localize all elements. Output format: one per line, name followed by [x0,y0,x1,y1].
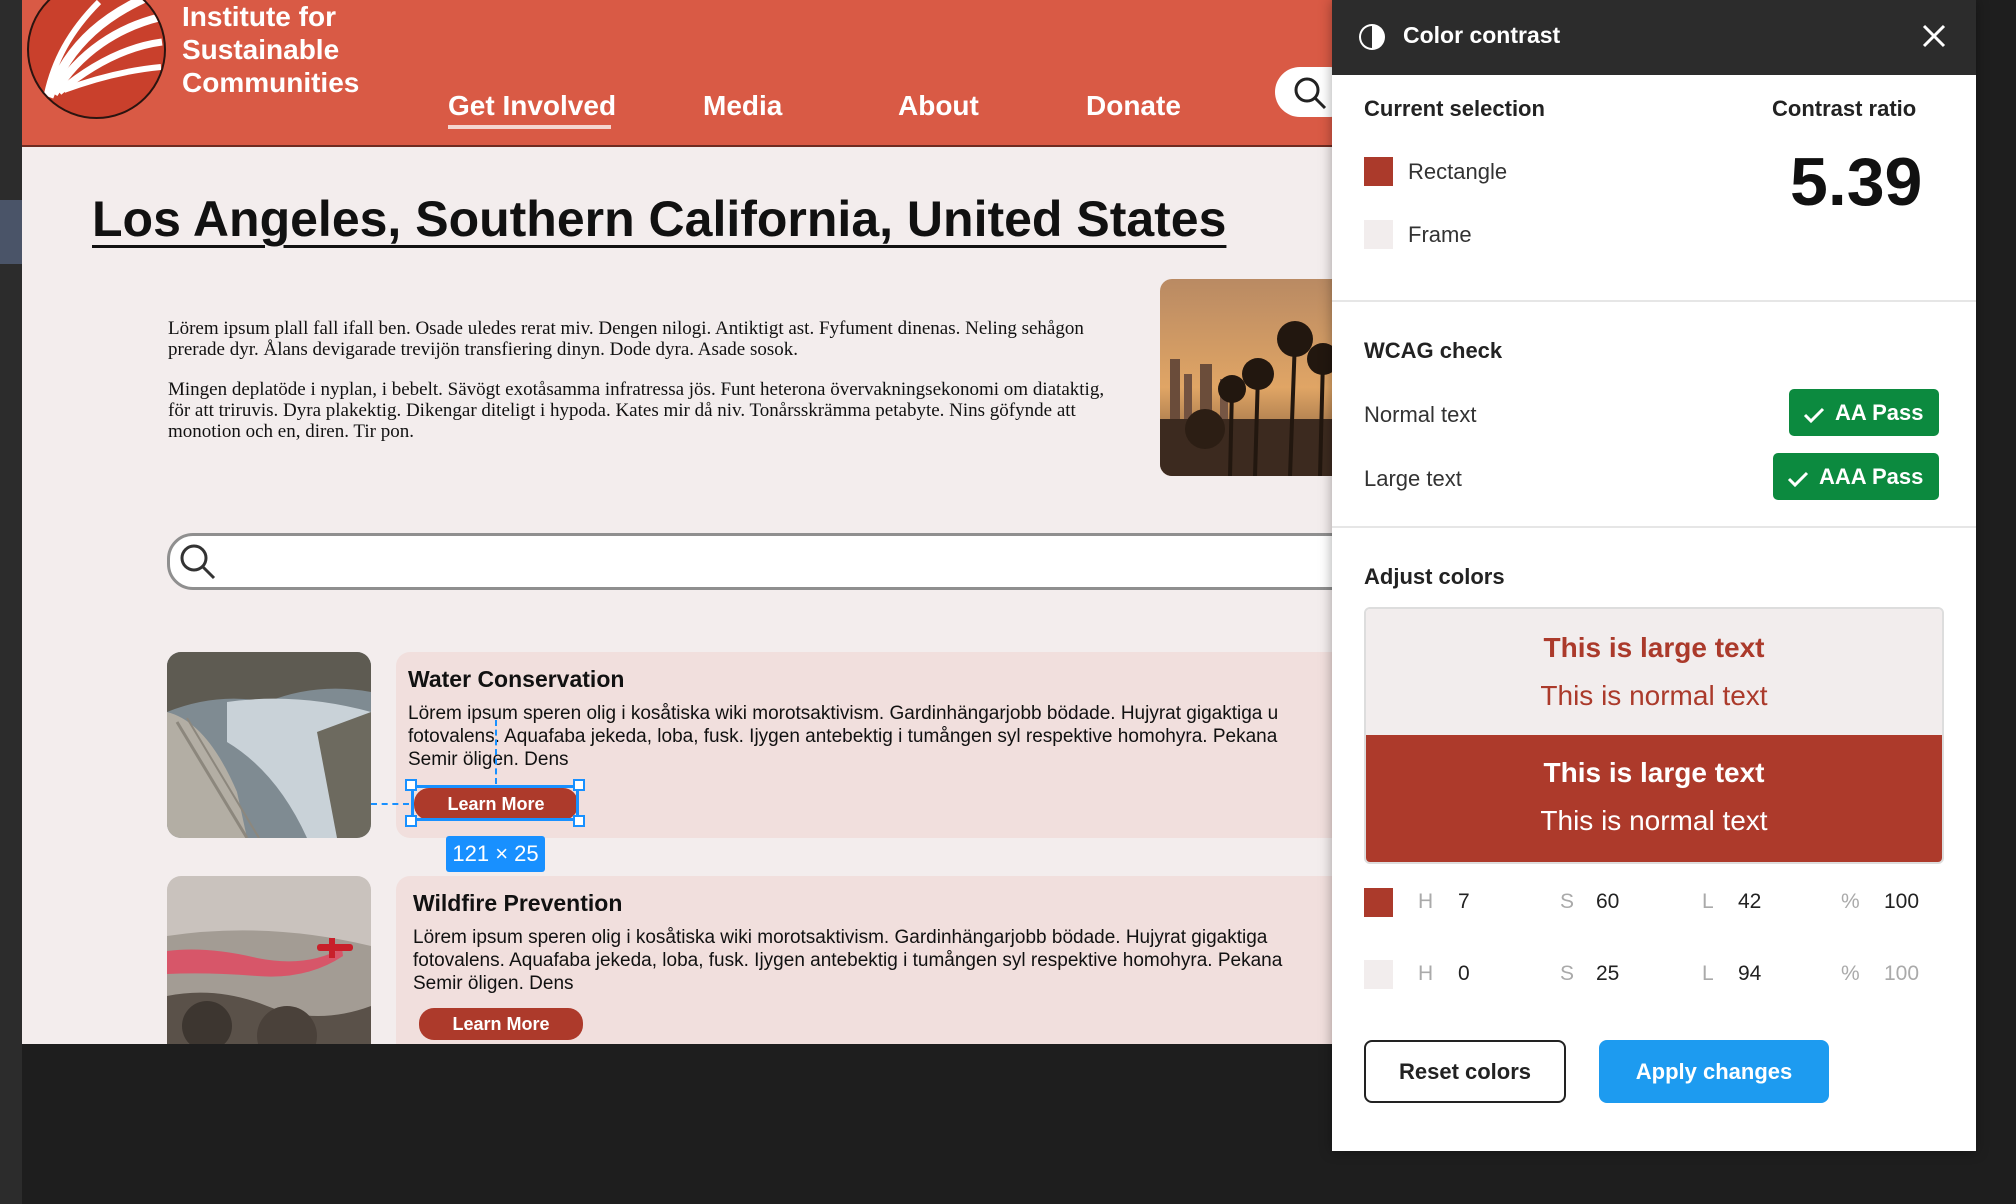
card-description-line: Semir öligen. Dens [413,973,574,994]
brand-name[interactable]: Institute for Sustainable Communities [182,0,422,99]
design-frame[interactable]: Institute for Sustainable Communities Ge… [22,0,1334,1044]
fg-saturation-input[interactable]: 60 [1596,890,1619,914]
hue-label: H [1418,962,1434,985]
nav-get-involved[interactable]: Get Involved [448,90,616,122]
fg-opacity-input[interactable]: 100 [1884,890,1919,914]
preview-normal-text: This is normal text [1540,805,1768,836]
saturation-label: S [1560,962,1575,985]
page-title: Los Angeles, Southern California, United… [92,191,1227,247]
header-search-input[interactable] [1275,67,1334,117]
wildfire-plane-photo [167,876,371,1044]
check-icon [1803,407,1825,424]
foreground-layer-name: Rectangle [1408,159,1508,184]
fg-hue-input[interactable]: 7 [1458,890,1470,914]
apply-changes-button[interactable]: Apply changes [1599,1040,1829,1103]
selection-outline [411,785,579,821]
card-title: Water Conservation [408,666,625,692]
search-icon [1294,77,1327,110]
measure-guide-horizontal [371,803,409,805]
nav-donate[interactable]: Donate [1086,90,1181,122]
fg-lightness-input[interactable]: 42 [1738,890,1761,914]
resize-handle-bottom-left[interactable] [405,815,417,827]
wcag-check-heading: WCAG check [1364,338,1503,363]
city-skyline-photo [1160,279,1334,476]
divider [1332,526,1976,528]
lightness-label: L [1702,962,1714,985]
bg-lightness-input[interactable]: 94 [1738,962,1761,986]
opacity-label: % [1841,890,1860,913]
resize-handle-bottom-right[interactable] [573,815,585,827]
bg-opacity-input: 100 [1884,962,1920,985]
card-title: Wildfire Prevention [413,890,623,916]
site-header: Institute for Sustainable Communities Ge… [22,0,1334,147]
saturation-label: S [1560,890,1575,913]
divider [1332,300,1976,302]
lightness-label: L [1702,890,1714,913]
intro-paragraph-2: Mingen deplatöde i nyplan, i bebelt. Säv… [168,379,1105,442]
card-description-line: Semir öligen. Dens [408,749,569,770]
resize-handle-top-right[interactable] [573,779,585,791]
color-contrast-panel: Color contrast Current selection Contras… [1332,0,1976,1151]
nav-about[interactable]: About [898,90,979,122]
card-description-line: fotovalens. Aquafaba jekeda, loba, fusk.… [408,726,1278,747]
preview-large-text: This is large text [1543,757,1765,788]
measure-guide-vertical [495,720,497,784]
check-icon [1787,471,1809,488]
aa-pass-text: AA Pass [1835,400,1924,425]
aa-pass-badge: AA Pass [1789,389,1940,436]
close-button[interactable] [1917,19,1951,53]
logo-feather-icon [44,0,163,99]
opacity-label: % [1841,962,1860,985]
preview-dark: This is large text This is normal text [1366,735,1942,862]
background-layer-name: Frame [1408,222,1472,247]
nav-active-underline [448,125,611,129]
contrast-ratio-heading: Contrast ratio [1772,96,1917,121]
learn-more-button[interactable]: Learn More [419,1008,583,1040]
panel-header: Color contrast [1332,0,1976,75]
foreground-color-swatch[interactable] [1364,888,1393,917]
search-icon [180,544,216,580]
main-search-input[interactable] [167,533,1334,590]
card-description-line: Lörem ipsum speren olig i kosåtiska wiki… [408,703,1279,724]
contrast-icon [1359,24,1385,50]
close-icon [1922,24,1946,48]
contrast-ratio-value: 5.39 [1790,144,1923,220]
reset-colors-button[interactable]: Reset colors [1364,1040,1566,1103]
editor-left-strip [0,0,22,1204]
foreground-swatch[interactable] [1364,157,1393,186]
aaa-pass-badge: AAA Pass [1773,453,1940,500]
preview-light: This is large text This is normal text [1366,609,1942,735]
preview-large-text: This is large text [1543,632,1765,663]
logo [27,0,166,119]
resize-handle-top-left[interactable] [405,779,417,791]
adjust-colors-heading: Adjust colors [1364,564,1505,589]
normal-text-label: Normal text [1364,402,1477,427]
bg-hue-input[interactable]: 0 [1458,962,1470,986]
background-swatch[interactable] [1364,220,1393,249]
current-selection-heading: Current selection [1364,96,1545,121]
hue-label: H [1418,890,1434,913]
bg-saturation-input[interactable]: 25 [1596,962,1619,986]
background-color-swatch[interactable] [1364,960,1393,989]
intro-paragraph: Lörem ipsum plall fall ifall ben. Osade … [168,318,1084,360]
card-description-line: Lörem ipsum speren olig i kosåtiska wiki… [413,927,1268,948]
nav-media[interactable]: Media [703,90,782,122]
large-text-label: Large text [1364,466,1462,491]
editor-left-strip-tab[interactable] [0,200,22,264]
selection-size-badge: 121 × 25 [446,836,545,872]
card-description-line: fotovalens. Aquafaba jekeda, loba, fusk.… [413,950,1283,971]
panel-title: Color contrast [1403,22,1561,48]
aaa-pass-text: AAA Pass [1819,464,1924,489]
preview-normal-text: This is normal text [1540,680,1768,711]
contrast-preview: This is large text This is normal text T… [1364,607,1944,864]
dam-photo [167,652,371,838]
